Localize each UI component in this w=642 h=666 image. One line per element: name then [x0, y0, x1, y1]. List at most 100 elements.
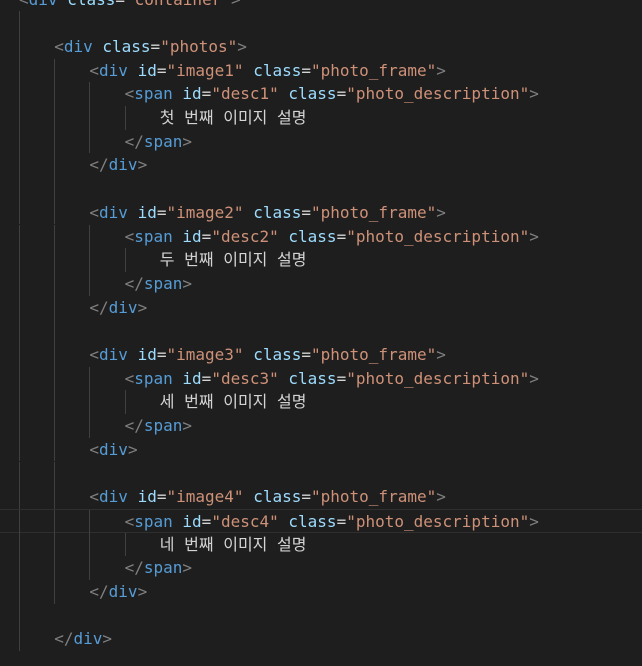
- code-token: >: [182, 273, 193, 293]
- code-line[interactable]: <div class="container">: [0, 0, 642, 11]
- indent-guide: [54, 271, 56, 296]
- code-line[interactable]: <div class="photos">: [0, 34, 642, 59]
- indent-guide: [19, 509, 20, 534]
- code-line[interactable]: <div>: [0, 437, 642, 462]
- code-token: <: [124, 226, 135, 246]
- code-text: 두 번째 이미지 설명: [160, 248, 307, 272]
- code-line[interactable]: [0, 603, 642, 628]
- code-token: class: [253, 345, 302, 364]
- code-line[interactable]: </div>: [0, 580, 642, 604]
- code-token: div: [108, 297, 138, 317]
- code-line[interactable]: <div id="image3" class="photo_frame">: [0, 343, 642, 367]
- indent-guide: [89, 224, 91, 249]
- code-text: <span id="desc3" class="photo_descriptio…: [125, 367, 539, 391]
- code-line[interactable]: 두 번째 이미지 설명: [0, 248, 642, 272]
- code-text: 세 번째 이미지 설명: [160, 390, 307, 414]
- code-line[interactable]: 세 번째 이미지 설명: [0, 390, 642, 415]
- indent-guide: [19, 603, 20, 628]
- code-token: "image4": [166, 487, 244, 507]
- code-text: <div id="image1" class="photo_frame">: [89, 59, 445, 83]
- code-token: "photo_description": [346, 84, 530, 104]
- code-token: >: [436, 487, 446, 507]
- code-line[interactable]: <div id="image4" class="photo_frame">: [0, 485, 642, 509]
- indent-guide: [89, 106, 91, 130]
- indent-guide: [19, 106, 20, 130]
- code-token: span: [134, 368, 173, 388]
- code-token: >: [436, 202, 446, 222]
- code-token: <: [89, 60, 100, 80]
- code-line[interactable]: 네 번째 이미지 설명: [0, 532, 642, 557]
- code-token: "photo_frame": [311, 345, 437, 364]
- code-text: </div>: [89, 296, 147, 320]
- code-line[interactable]: [0, 461, 642, 486]
- code-token: <: [89, 345, 100, 364]
- code-token: class: [253, 202, 302, 222]
- code-token: </: [89, 582, 109, 601]
- code-token: <: [54, 36, 64, 56]
- code-token: =: [115, 0, 125, 9]
- code-line[interactable]: </span>: [0, 414, 642, 438]
- indent-guide: [19, 82, 20, 106]
- code-token: span: [134, 226, 173, 246]
- code-token: "image3": [166, 345, 244, 364]
- code-token: class: [102, 36, 151, 56]
- indent-guide: [19, 271, 20, 296]
- code-token: "image2": [166, 202, 244, 222]
- code-token: "desc1": [211, 84, 279, 104]
- code-token: id: [182, 368, 202, 388]
- code-token: "photo_description": [346, 368, 530, 388]
- code-token: "desc4": [211, 511, 279, 531]
- code-token: div: [99, 60, 128, 80]
- code-text: <div id="image3" class="photo_frame">: [89, 343, 445, 367]
- indent-guide: [19, 177, 20, 201]
- code-line[interactable]: <span id="desc1" class="photo_descriptio…: [0, 82, 642, 106]
- code-line[interactable]: [0, 11, 642, 35]
- code-line[interactable]: </div>: [0, 295, 642, 320]
- code-text: <div id="image2" class="photo_frame">: [89, 201, 445, 225]
- code-token: "photo_description": [346, 226, 530, 246]
- indent-guide: [89, 366, 91, 391]
- code-line[interactable]: <span id="desc4" class="photo_descriptio…: [0, 508, 642, 534]
- code-token: span: [143, 131, 183, 151]
- code-token: >: [231, 0, 241, 9]
- code-token: <: [19, 0, 29, 9]
- code-token: 세 번째 이미지 설명: [159, 392, 307, 412]
- code-line[interactable]: </div>: [0, 627, 642, 652]
- code-token: class: [67, 0, 115, 9]
- code-editor[interactable]: <div class="container"><div class="photo…: [0, 0, 642, 666]
- code-line[interactable]: [0, 319, 642, 343]
- code-line[interactable]: <span id="desc3" class="photo_descriptio…: [0, 366, 642, 391]
- code-text: </div>: [54, 627, 112, 651]
- code-token: =: [201, 84, 212, 104]
- code-line[interactable]: </div>: [0, 153, 642, 178]
- code-token: div: [108, 155, 138, 175]
- code-line[interactable]: <span id="desc2" class="photo_descriptio…: [0, 224, 642, 249]
- code-line[interactable]: <div id="image2" class="photo_frame">: [0, 200, 642, 225]
- code-line[interactable]: <div id="image1" class="photo_frame">: [0, 58, 642, 83]
- code-token: <: [124, 84, 135, 104]
- code-text: </span>: [125, 556, 192, 580]
- indent-guide: [54, 248, 56, 272]
- code-line[interactable]: 첫 번째 이미지 설명: [0, 106, 642, 130]
- indent-guide: [89, 248, 91, 272]
- code-line[interactable]: </span>: [0, 271, 642, 296]
- code-text: <div class="container">: [19, 0, 241, 11]
- code-token: </: [54, 629, 74, 649]
- indent-guide: [89, 509, 91, 534]
- code-text: <span id="desc1" class="photo_descriptio…: [125, 82, 539, 106]
- code-line[interactable]: [0, 177, 642, 201]
- code-token: id: [137, 60, 157, 80]
- code-token: >: [182, 558, 193, 578]
- code-token: >: [137, 582, 148, 601]
- code-token: =: [336, 511, 347, 531]
- code-line[interactable]: </span>: [0, 556, 642, 580]
- code-line[interactable]: </span>: [0, 129, 642, 154]
- indent-guide: [89, 390, 91, 415]
- indent-guide: [54, 224, 56, 249]
